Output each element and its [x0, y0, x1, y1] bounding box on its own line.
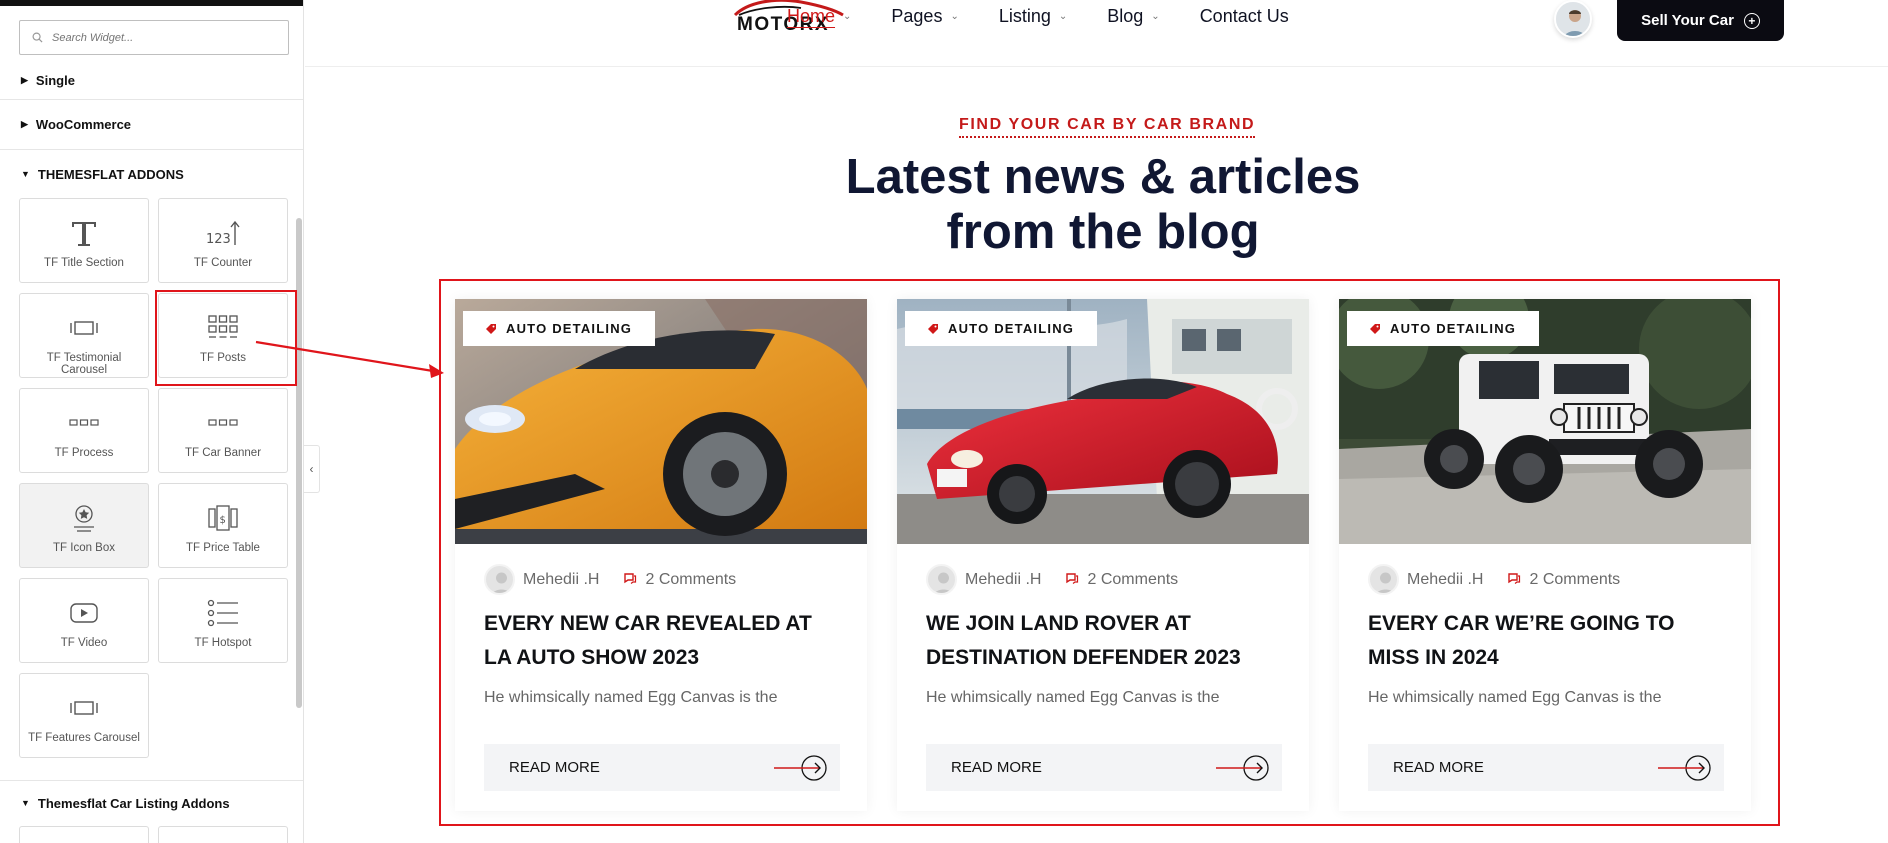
user-avatar-icon: [1556, 2, 1590, 36]
screen: ▶ Single ▶ WooCommerce ▼ THEMESFLAT ADDO…: [0, 0, 1888, 843]
user-avatar[interactable]: [1554, 0, 1592, 38]
widget-partial[interactable]: [19, 826, 149, 843]
widget-tf-video[interactable]: TF Video: [19, 578, 149, 663]
category-car-listing-addons[interactable]: ▼ Themesflat Car Listing Addons: [0, 786, 303, 820]
nav-pages[interactable]: Pages ⌄: [891, 6, 958, 27]
counter-icon: 123: [206, 213, 240, 253]
cta-label: Sell Your Car: [1641, 12, 1734, 29]
nav-label: Blog: [1107, 6, 1144, 26]
widget-label: TF Features Carousel: [28, 732, 140, 744]
chevron-down-icon: ⌄: [843, 11, 852, 22]
widget-label: TF Video: [60, 637, 108, 649]
sell-your-car-button[interactable]: Sell Your Car +: [1617, 0, 1784, 41]
widget-tf-process[interactable]: TF Process: [19, 388, 149, 473]
widget-label: TF Counter: [193, 257, 253, 269]
carousel-icon: [69, 688, 99, 728]
category-label: Themesflat Car Listing Addons: [37, 795, 230, 811]
panel-collapse-toggle[interactable]: ‹: [304, 445, 320, 493]
section-eyebrow: FIND YOUR CAR BY CAR BRAND: [959, 116, 1256, 138]
caret-right-icon: ▶: [21, 119, 28, 129]
caret-down-icon: ▼: [21, 169, 30, 179]
banner-icon: [208, 403, 238, 443]
title-icon: [69, 213, 99, 253]
widget-label: TF Price Table: [186, 542, 260, 554]
chevron-down-icon: ⌄: [1151, 11, 1160, 22]
widget-label: TF Title Section: [44, 257, 124, 269]
headline-line-2: from the blog: [946, 205, 1260, 259]
icon-box-icon: [71, 498, 97, 538]
price-table-icon: $: [208, 498, 238, 538]
widget-tf-price-table[interactable]: $ TF Price Table: [158, 483, 288, 568]
widget-tf-hotspot[interactable]: TF Hotspot: [158, 578, 288, 663]
widget-tf-icon-box[interactable]: TF Icon Box: [19, 483, 149, 568]
nav-blog[interactable]: Blog ⌄: [1107, 6, 1159, 27]
headline-line-1: Latest news & articles: [845, 150, 1361, 204]
search-icon: [32, 32, 43, 43]
process-icon: [69, 403, 99, 443]
widget-label: TF Process: [54, 447, 114, 459]
widget-tf-title-section[interactable]: TF Title Section: [19, 198, 149, 283]
highlight-box: [439, 279, 1780, 826]
category-single[interactable]: ▶ Single: [0, 62, 303, 100]
main-nav: Home ⌄ Pages ⌄ Listing ⌄ Blog ⌄ Contact Us: [787, 6, 1329, 27]
widget-search[interactable]: [19, 20, 289, 55]
category-label: Single: [35, 73, 75, 88]
chevron-down-icon: ⌄: [1058, 11, 1068, 22]
widget-tf-counter[interactable]: 123 TF Counter: [158, 198, 288, 283]
nav-contact[interactable]: Contact Us: [1200, 6, 1289, 27]
caret-right-icon: ▶: [21, 75, 28, 85]
panel-top-bar: [0, 0, 303, 6]
svg-text:123: 123: [206, 232, 231, 247]
hotspot-icon: [207, 593, 239, 633]
plus-circle-icon: +: [1743, 12, 1760, 29]
caret-down-icon: ▼: [21, 798, 30, 808]
video-icon: [69, 593, 99, 633]
nav-home[interactable]: Home ⌄: [787, 6, 851, 27]
widget-tf-testimonial-carousel[interactable]: TF Testimonial Carousel: [19, 293, 149, 378]
category-themesflat-addons[interactable]: ▼ THEMESFLAT ADDONS: [0, 150, 303, 198]
widget-label: TF Car Banner: [184, 447, 262, 459]
search-input[interactable]: [52, 31, 272, 44]
widget-label: TF Testimonial Carousel: [46, 352, 122, 376]
nav-label: Home: [787, 6, 836, 26]
carousel-icon: [69, 308, 99, 348]
svg-text:$: $: [220, 515, 226, 526]
widget-highlight-box: [155, 290, 297, 386]
nav-listing[interactable]: Listing ⌄: [999, 6, 1067, 27]
site-header: MOTORX Home ⌄ Pages ⌄ Listing ⌄ Blog ⌄ Conta…: [305, 0, 1888, 67]
widget-tf-car-banner[interactable]: TF Car Banner: [158, 388, 288, 473]
widget-tf-features-carousel[interactable]: TF Features Carousel: [19, 673, 149, 758]
widget-label: TF Icon Box: [53, 542, 115, 554]
widget-panel: ▶ Single ▶ WooCommerce ▼ THEMESFLAT ADDO…: [0, 0, 304, 843]
nav-label: Contact Us: [1199, 6, 1289, 26]
category-label: THEMESFLAT ADDONS: [37, 166, 184, 182]
category-label: WooCommerce: [35, 117, 132, 132]
chevron-left-icon: ‹: [309, 462, 314, 476]
chevron-down-icon: ⌄: [950, 11, 959, 22]
widget-label: TF Hotspot: [194, 637, 252, 649]
nav-label: Listing: [998, 6, 1051, 26]
nav-label: Pages: [891, 6, 943, 26]
section-headline: Latest news & articles from the blog: [803, 150, 1403, 260]
divider: [0, 780, 303, 781]
widget-partial[interactable]: [158, 826, 288, 843]
category-woocommerce[interactable]: ▶ WooCommerce: [0, 100, 303, 150]
